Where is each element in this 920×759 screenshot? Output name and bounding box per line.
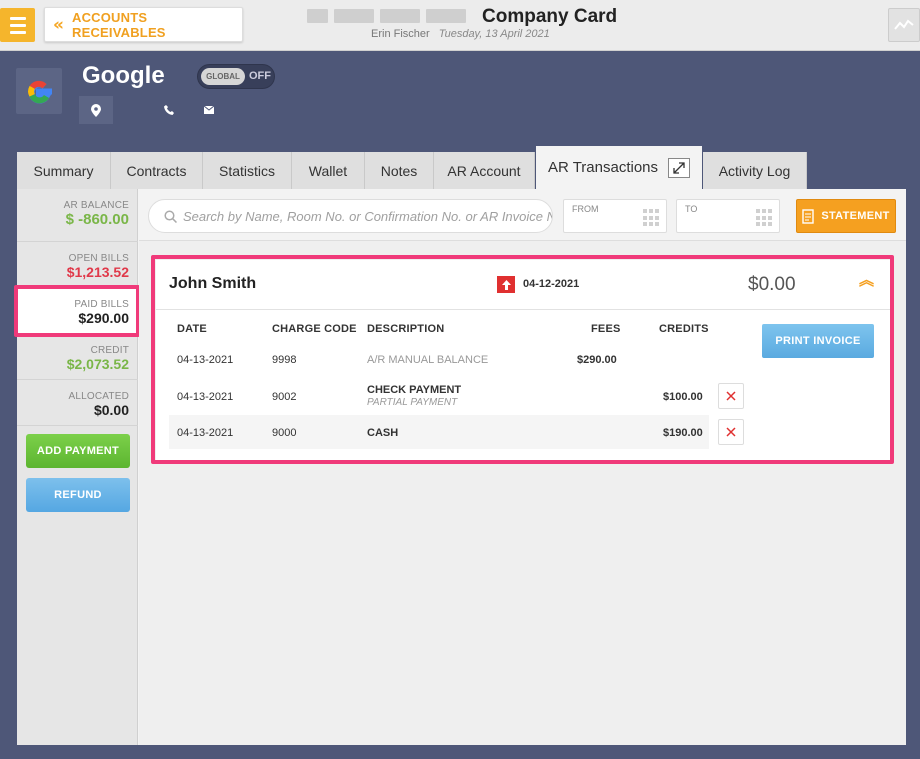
tab-activity-log[interactable]: Activity Log bbox=[703, 152, 807, 189]
stat-label: OPEN BILLS bbox=[68, 253, 129, 264]
redacted-block bbox=[380, 9, 420, 23]
tab-summary[interactable]: Summary bbox=[17, 152, 111, 189]
company-name: Google bbox=[82, 62, 165, 89]
phone-button[interactable] bbox=[158, 96, 180, 124]
tab-label: Wallet bbox=[308, 162, 348, 179]
global-toggle-label: GLOBAL bbox=[201, 68, 245, 85]
tab-label: Statistics bbox=[218, 162, 275, 179]
stat-value: $1,213.52 bbox=[66, 264, 129, 280]
global-toggle-state: OFF bbox=[249, 70, 271, 82]
tab-label: AR Transactions bbox=[547, 159, 659, 176]
ar-balance-stat: AR BALANCE $ -860.00 bbox=[17, 189, 138, 242]
tab-label: Summary bbox=[33, 162, 94, 179]
tab-ar-transactions[interactable]: AR Transactions bbox=[536, 146, 702, 189]
paid-bills-highlight bbox=[14, 285, 140, 337]
tab-label: Contracts bbox=[126, 162, 187, 179]
search-box[interactable] bbox=[148, 199, 553, 233]
phone-icon bbox=[164, 105, 174, 115]
email-button[interactable] bbox=[198, 96, 220, 124]
page-title: Company Card bbox=[482, 6, 618, 27]
redacted-block bbox=[307, 9, 328, 23]
document-icon bbox=[802, 208, 815, 224]
tab-statistics[interactable]: Statistics bbox=[203, 152, 292, 189]
statement-label: STATEMENT bbox=[821, 210, 890, 222]
double-chevron-left-icon: « bbox=[53, 14, 64, 35]
activity-chart-button[interactable] bbox=[888, 8, 920, 42]
user-name: Erin Fischer bbox=[371, 28, 430, 40]
to-date-label: TO bbox=[685, 204, 698, 214]
statement-button[interactable]: STATEMENT bbox=[796, 199, 896, 233]
calendar-icon bbox=[643, 209, 661, 227]
google-logo-icon bbox=[28, 80, 52, 104]
allocated-stat[interactable]: ALLOCATED $0.00 bbox=[17, 380, 138, 426]
tab-label: Notes bbox=[380, 162, 418, 179]
from-date-field[interactable]: FROM bbox=[563, 199, 667, 233]
open-bills-stat[interactable]: OPEN BILLS $1,213.52 bbox=[17, 242, 138, 288]
stat-label: AR BALANCE bbox=[63, 200, 129, 211]
stat-value: $0.00 bbox=[93, 402, 129, 418]
tab-ar-account[interactable]: AR Account bbox=[434, 152, 535, 189]
tab-contracts[interactable]: Contracts bbox=[111, 152, 203, 189]
from-date-label: FROM bbox=[572, 204, 599, 214]
user-date-line: Erin Fischer Tuesday, 13 April 2021 bbox=[371, 28, 550, 40]
tab-notes[interactable]: Notes bbox=[365, 152, 434, 189]
stat-label: CREDIT bbox=[90, 345, 129, 356]
tab-label: Activity Log bbox=[718, 162, 791, 179]
hamburger-menu-button[interactable] bbox=[0, 8, 35, 42]
redacted-block bbox=[334, 9, 374, 23]
company-logo bbox=[16, 68, 62, 114]
top-bar: « ACCOUNTS RECEIVABLES Company Card Erin… bbox=[0, 0, 920, 51]
transaction-highlight bbox=[151, 255, 894, 464]
calendar-icon bbox=[756, 209, 774, 227]
tab-label: AR Account bbox=[447, 162, 521, 179]
expand-icon[interactable] bbox=[668, 157, 691, 178]
current-date: Tuesday, 13 April 2021 bbox=[438, 28, 550, 40]
search-input[interactable] bbox=[182, 208, 552, 224]
stat-value: $ -860.00 bbox=[65, 211, 129, 228]
redacted-block bbox=[426, 9, 466, 23]
search-icon bbox=[164, 209, 177, 223]
back-button-label: ACCOUNTS RECEIVABLES bbox=[71, 9, 166, 40]
back-button[interactable]: « ACCOUNTS RECEIVABLES bbox=[44, 7, 243, 42]
add-payment-button[interactable]: ADD PAYMENT bbox=[26, 434, 130, 468]
refund-button[interactable]: REFUND bbox=[26, 478, 130, 512]
global-toggle[interactable]: GLOBAL OFF bbox=[197, 64, 275, 89]
envelope-icon bbox=[204, 106, 214, 114]
line-chart-icon bbox=[894, 19, 914, 30]
location-pin-icon bbox=[91, 103, 101, 117]
credit-stat[interactable]: CREDIT $2,073.52 bbox=[17, 334, 138, 380]
stat-label: ALLOCATED bbox=[68, 391, 129, 402]
stat-value: $2,073.52 bbox=[66, 356, 129, 372]
location-button[interactable] bbox=[79, 96, 113, 124]
to-date-field[interactable]: TO bbox=[676, 199, 780, 233]
tab-wallet[interactable]: Wallet bbox=[292, 152, 365, 189]
